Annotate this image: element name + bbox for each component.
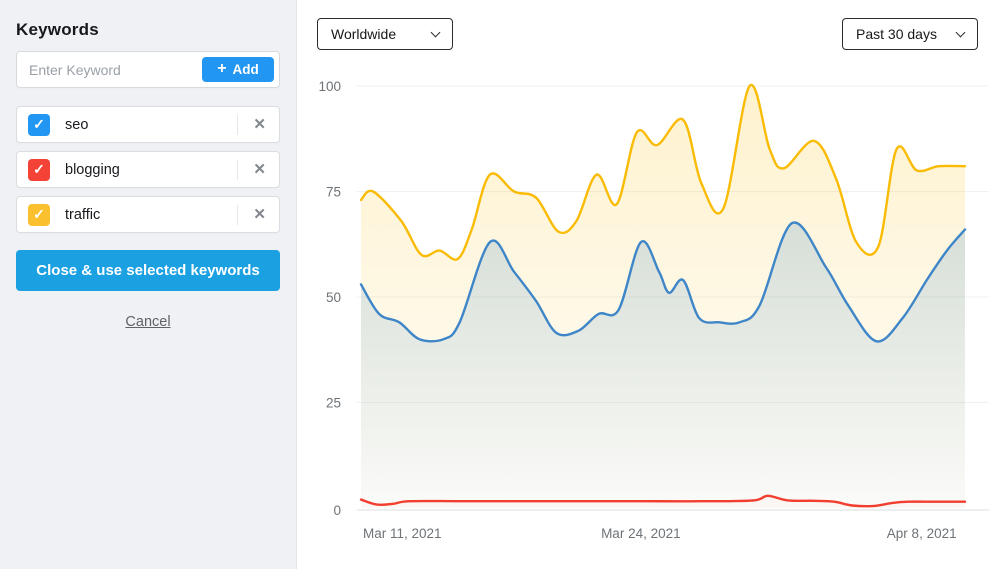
- trends-panel: 0 25 50 75 100 Mar 11, 2021 Mar 24, 2021 Apr 8,…: [297, 0, 999, 569]
- svg-text:Apr 8, 2021: Apr 8, 2021: [887, 526, 957, 541]
- keyword-row-blogging: ✓ blogging ✕: [16, 151, 280, 188]
- chevron-down-icon: [956, 27, 966, 37]
- cancel-link[interactable]: Cancel: [16, 314, 280, 330]
- keyword-label: blogging: [65, 162, 237, 178]
- svg-text:75: 75: [326, 185, 341, 200]
- checkbox-blogging[interactable]: ✓: [28, 159, 50, 181]
- row-divider: [237, 160, 238, 180]
- period-dropdown[interactable]: Past 30 days: [842, 18, 978, 50]
- plus-icon: +: [217, 61, 226, 77]
- keyword-label: traffic: [65, 207, 237, 223]
- svg-text:Mar 11, 2021: Mar 11, 2021: [363, 526, 442, 541]
- keyword-label: seo: [65, 117, 237, 133]
- row-divider: [237, 205, 238, 225]
- keyword-row-traffic: ✓ traffic ✕: [16, 196, 280, 233]
- trends-area-chart: 0 25 50 75 100 Mar 11, 2021 Mar 24, 2021 Apr 8,…: [297, 0, 999, 569]
- checkbox-traffic[interactable]: ✓: [28, 204, 50, 226]
- remove-keyword-icon[interactable]: ✕: [251, 162, 268, 177]
- period-dropdown-value: Past 30 days: [856, 26, 937, 42]
- svg-text:Mar 24, 2021: Mar 24, 2021: [601, 526, 681, 541]
- chevron-down-icon: [431, 27, 441, 37]
- keyword-row-seo: ✓ seo ✕: [16, 106, 280, 143]
- remove-keyword-icon[interactable]: ✕: [251, 207, 268, 222]
- add-keyword-button[interactable]: + Add: [202, 57, 274, 82]
- region-dropdown[interactable]: Worldwide: [317, 18, 453, 50]
- close-use-keywords-button[interactable]: Close & use selected keywords: [16, 250, 280, 291]
- sidebar-title: Keywords: [16, 20, 280, 40]
- checkbox-seo[interactable]: ✓: [28, 114, 50, 136]
- svg-text:50: 50: [326, 290, 341, 305]
- row-divider: [237, 115, 238, 135]
- keyword-input-group: + Add: [16, 51, 280, 88]
- region-dropdown-value: Worldwide: [331, 26, 396, 42]
- svg-text:100: 100: [318, 79, 341, 94]
- add-button-label: Add: [233, 62, 259, 77]
- remove-keyword-icon[interactable]: ✕: [251, 117, 268, 132]
- keyword-tool-window: Keywords + Add ✓ seo ✕ ✓ blogging ✕ ✓ tr…: [0, 0, 1000, 569]
- svg-text:25: 25: [326, 396, 341, 411]
- keywords-sidebar: Keywords + Add ✓ seo ✕ ✓ blogging ✕ ✓ tr…: [0, 0, 297, 569]
- svg-text:0: 0: [333, 503, 341, 518]
